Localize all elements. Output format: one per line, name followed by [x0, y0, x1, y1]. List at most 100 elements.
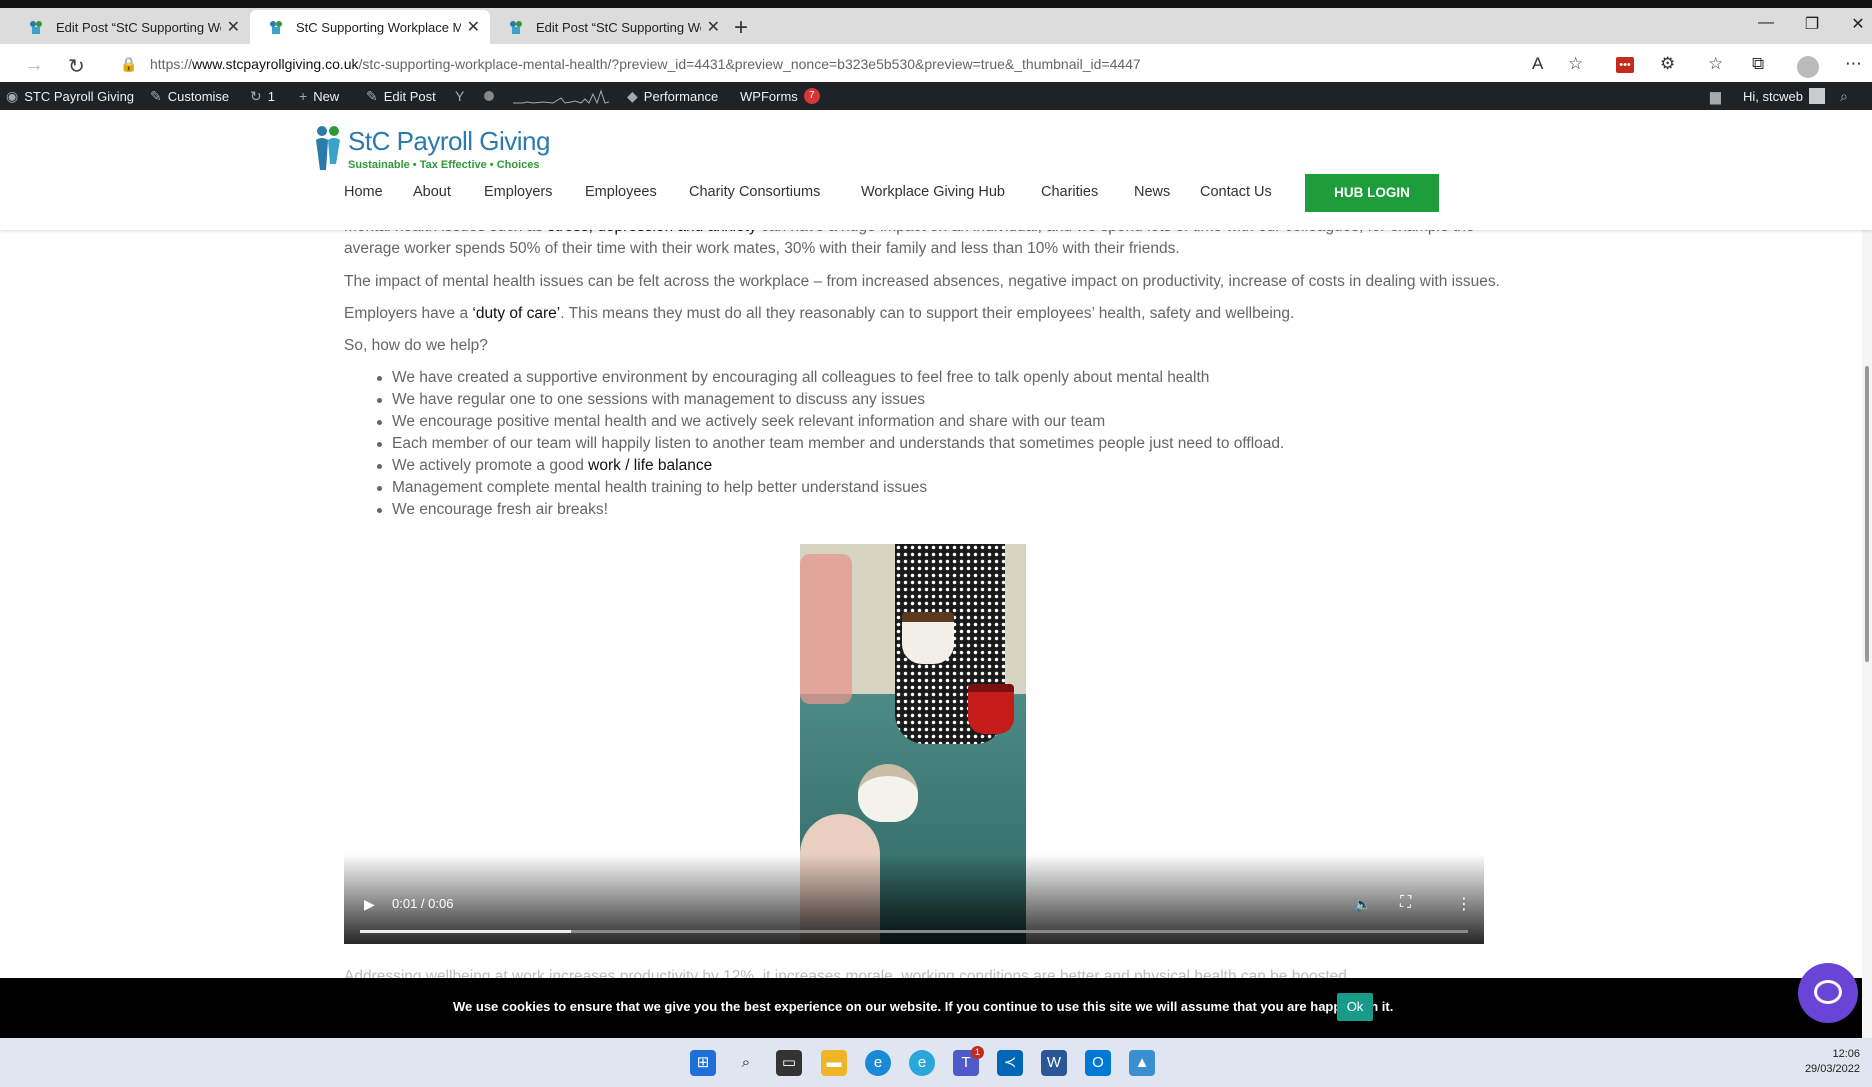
menu-charity-consortiums[interactable]: Charity Consortiums [689, 184, 820, 200]
refresh-icon[interactable]: ↻ [68, 54, 85, 79]
brush-icon: ✎ [150, 88, 162, 104]
profile-avatar[interactable] [1797, 56, 1819, 78]
task-view-icon[interactable]: ▭ [776, 1050, 802, 1076]
duty-of-care-link[interactable]: ‘duty of care’ [472, 305, 560, 322]
play-icon[interactable]: ▶ [364, 896, 375, 913]
read-aloud-icon[interactable]: A [1532, 54, 1543, 74]
lock-icon[interactable]: 🔒 [120, 56, 137, 73]
wp-customise[interactable]: ✎ Customise [150, 88, 229, 105]
video-progress-bar[interactable] [360, 930, 1468, 933]
more-menu-icon[interactable]: ⋯ [1845, 54, 1862, 74]
start-icon[interactable]: ⊞ [690, 1050, 716, 1076]
hub-login-button[interactable]: HUB LOGIN [1305, 174, 1439, 212]
wp-site-name-label: STC Payroll Giving [24, 89, 135, 104]
word-icon[interactable]: W [1041, 1050, 1067, 1076]
yoast-icon[interactable]: Y [455, 88, 464, 104]
edge-beta-icon[interactable]: e [909, 1050, 935, 1076]
video-scene-bottle [800, 554, 852, 704]
vscode-icon[interactable]: ≺ [997, 1050, 1023, 1076]
updates-icon: ↻ [250, 88, 262, 104]
site-logo[interactable]: StC Payroll Giving Sustainable • Tax Eff… [312, 116, 552, 174]
outlook-icon[interactable]: O [1085, 1050, 1111, 1076]
user-avatar [1808, 88, 1825, 104]
list-item: Each member of our team will happily lis… [374, 433, 1284, 455]
cookie-banner: We use cookies to ensure that we give yo… [0, 978, 1872, 1038]
extensions-icon[interactable]: ⚙ [1660, 54, 1675, 74]
more-options-icon[interactable]: ⋮ [1456, 894, 1472, 914]
work-life-balance-link[interactable]: work / life balance [588, 457, 712, 474]
menu-news[interactable]: News [1134, 184, 1170, 200]
fullscreen-icon[interactable]: ⛶ [1400, 894, 1411, 912]
browser-tab-2[interactable]: StC Supporting Workplace Ment ✕ [250, 10, 490, 44]
browser-tab-3[interactable]: Edit Post “StC Supporting Workp ✕ [490, 10, 730, 44]
comments-icon[interactable]: ▆ [1710, 88, 1721, 105]
site-favicon-icon [510, 21, 522, 34]
wp-site-name[interactable]: ◉ STC Payroll Giving [6, 88, 134, 105]
paragraph-3: Employers have a ‘duty of care’. This me… [344, 303, 1294, 325]
close-icon[interactable]: ✕ [227, 17, 240, 37]
wp-greeting: Hi, stcweb [1743, 88, 1803, 104]
wp-wpforms[interactable]: WPForms 7 [740, 88, 820, 104]
wp-new[interactable]: + New [299, 88, 339, 104]
menu-employers[interactable]: Employers [484, 184, 553, 200]
collections-icon[interactable]: ⧉ [1752, 54, 1764, 74]
file-explorer-icon[interactable]: ▬ [821, 1050, 847, 1076]
url-field[interactable]: https://www.stcpayrollgiving.co.uk/stc-s… [150, 56, 1141, 72]
photos-icon[interactable]: ▲ [1129, 1050, 1155, 1076]
paragraph-4: So, how do we help? [344, 337, 488, 354]
wp-updates-count: 1 [267, 89, 275, 104]
wp-edit-post[interactable]: ✎ Edit Post [366, 88, 436, 105]
traffic-sparkline[interactable] [513, 88, 609, 104]
wp-new-label: New [313, 88, 340, 104]
minimize-icon[interactable]: — [1743, 14, 1789, 32]
wp-updates[interactable]: ↻ 1 [250, 88, 275, 105]
close-icon[interactable]: ✕ [707, 17, 720, 37]
menu-workplace-giving-hub[interactable]: Workplace Giving Hub [861, 184, 1005, 200]
windows-taskbar: ⊞ ⌕ ▭ ▬ e e T 1 ≺ W O ▲ 12:06 29/03/2022 [0, 1038, 1872, 1087]
page-scrollbar[interactable] [1862, 110, 1872, 1038]
list-item: We encourage fresh air breaks! [374, 499, 1284, 521]
scrollbar-thumb[interactable] [1865, 366, 1869, 662]
paragraph-1-line-2: average worker spends 50% of their time … [344, 240, 1180, 257]
volume-icon[interactable]: 🔈 [1354, 896, 1371, 913]
wp-wpforms-label: WPForms [740, 88, 798, 104]
clock-time: 12:06 [1832, 1048, 1860, 1060]
video-controls: ▶ 0:01 / 0:06 🔈 ⛶ ⋮ [344, 854, 1484, 944]
tab-label: Edit Post “StC Supporting Workp [56, 19, 221, 35]
wp-account[interactable]: Hi, stcweb [1743, 88, 1825, 104]
url-path: /stc-supporting-workplace-mental-health/… [358, 56, 1141, 72]
wp-performance-label: Performance [643, 89, 719, 104]
menu-charities[interactable]: Charities [1041, 184, 1098, 200]
favorite-add-icon[interactable]: ☆ [1568, 54, 1583, 74]
wp-edit-post-label: Edit Post [383, 89, 436, 104]
performance-icon: ◆ [627, 88, 638, 104]
close-icon[interactable]: ✕ [467, 17, 480, 37]
menu-contact-us[interactable]: Contact Us [1200, 184, 1272, 200]
dashboard-icon: ◉ [6, 88, 19, 104]
logo-title: StC Payroll Giving [348, 126, 550, 156]
menu-about[interactable]: About [413, 184, 451, 200]
menu-home[interactable]: Home [344, 184, 383, 200]
chat-launcher-button[interactable] [1798, 963, 1858, 1023]
edge-icon[interactable]: e [865, 1050, 891, 1076]
window-close-icon[interactable]: ✕ [1835, 14, 1872, 34]
wp-performance[interactable]: ◆ Performance [627, 88, 718, 105]
tab-label: Edit Post “StC Supporting Workp [536, 19, 701, 35]
video-player[interactable]: ▶ 0:01 / 0:06 🔈 ⛶ ⋮ [344, 544, 1484, 944]
menu-employees[interactable]: Employees [585, 184, 657, 200]
favorites-icon[interactable]: ☆ [1708, 54, 1723, 74]
taskbar-clock[interactable]: 12:06 29/03/2022 [1805, 1047, 1860, 1077]
back-icon[interactable]: → [24, 54, 44, 77]
video-progress-fill [360, 930, 571, 933]
logo-tagline: Sustainable • Tax Effective • Choices [348, 159, 540, 171]
tab-label: StC Supporting Workplace Ment [296, 19, 461, 35]
restore-icon[interactable]: ❐ [1789, 14, 1835, 34]
pencil-icon: ✎ [366, 88, 378, 104]
url-prefix: https:// [150, 56, 193, 72]
search-icon[interactable]: ⌕ [1840, 88, 1848, 105]
browser-tab-1[interactable]: Edit Post “StC Supporting Workp ✕ [10, 10, 250, 44]
cookie-ok-button[interactable]: Ok [1337, 993, 1373, 1021]
search-icon[interactable]: ⌕ [733, 1050, 759, 1076]
extension-lastpass-icon[interactable]: ••• [1616, 57, 1634, 73]
new-tab-icon[interactable]: + [734, 14, 748, 42]
